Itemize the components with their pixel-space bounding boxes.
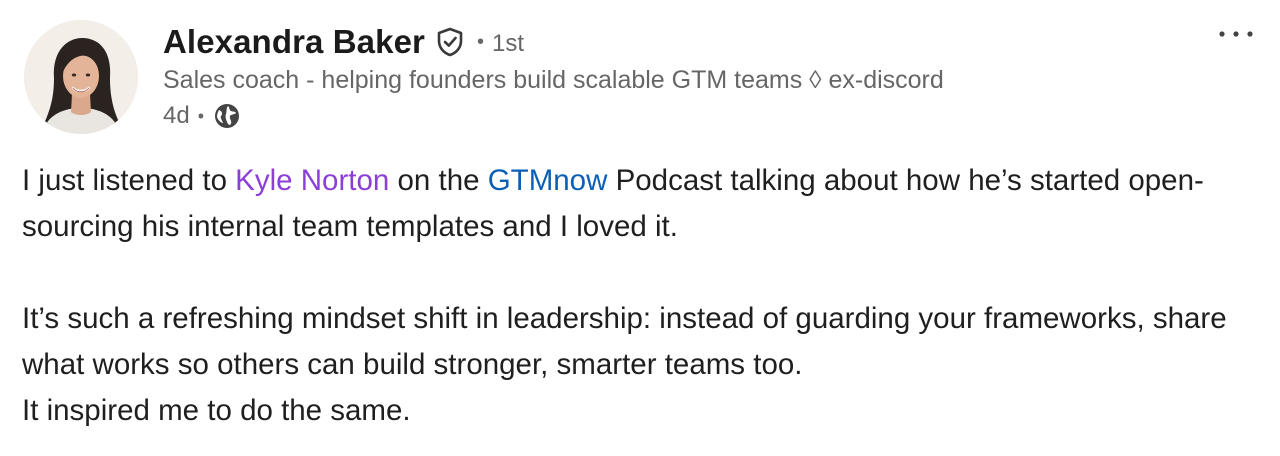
more-options-button[interactable]: [1214, 16, 1258, 52]
post-timestamp[interactable]: 4d: [163, 97, 190, 135]
globe-icon: [212, 101, 242, 131]
avatar-photo: [24, 20, 138, 134]
post-paragraph-1: I just listened to Kyle Norton on the GT…: [22, 158, 1252, 250]
author-avatar[interactable]: [24, 20, 138, 134]
verified-shield-icon[interactable]: [435, 26, 465, 58]
paragraph-text: on the: [389, 164, 488, 197]
meta-separator: •: [197, 105, 205, 126]
mention-link[interactable]: Kyle Norton: [235, 164, 389, 197]
post-body: I just listened to Kyle Norton on the GT…: [22, 158, 1252, 434]
author-name-row: Alexandra Baker • 1st: [163, 20, 1163, 64]
paragraph-text: I just listened to: [22, 164, 236, 197]
more-horizontal-icon: [1216, 29, 1256, 39]
paragraph-text: It inspired me to do the same.: [22, 394, 411, 427]
feed-post: Alexandra Baker • 1st Sales coach - help…: [0, 0, 1280, 456]
author-headline: Sales coach - helping founders build sca…: [163, 66, 944, 94]
paragraph-text: It’s such a refreshing mindset shift in …: [22, 302, 1227, 381]
post-header: Alexandra Baker • 1st Sales coach - help…: [163, 20, 1163, 135]
name-degree-separator: •: [476, 31, 484, 53]
author-name[interactable]: Alexandra Baker: [163, 20, 425, 64]
connection-degree: 1st: [492, 30, 525, 57]
post-meta-row: 4d •: [163, 97, 1163, 135]
company-link[interactable]: GTMnow: [488, 164, 608, 197]
post-paragraph-2: It’s such a refreshing mindset shift in …: [22, 296, 1252, 434]
